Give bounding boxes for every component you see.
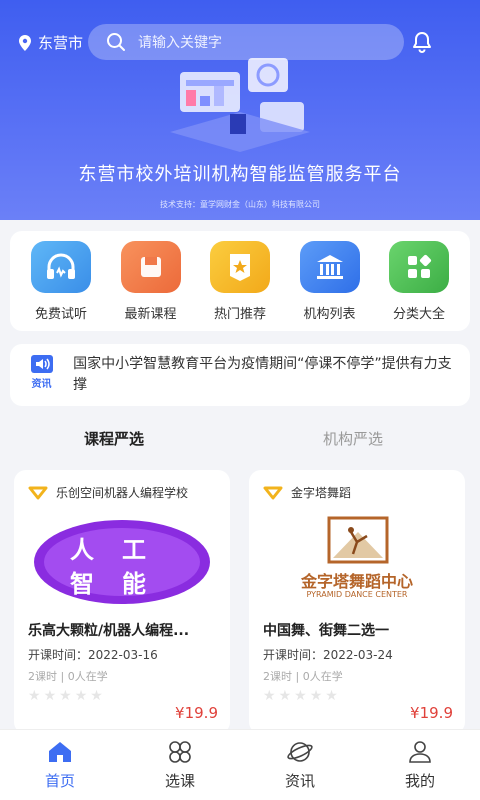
quick-label: 分类大全 — [392, 307, 445, 322]
news-icon — [287, 741, 313, 762]
course-org-name: 金字塔舞蹈 — [291, 486, 352, 500]
thumb-text-line1: 金字塔舞蹈中心 — [300, 572, 413, 591]
headphones-icon — [31, 241, 91, 293]
news-notice[interactable]: 资讯 国家中小学智慧教育平台为疫情期间“停课不停学”提供有力支撑 — [10, 344, 470, 406]
platform-title: 东营市校外培训机构智能监管服务平台 — [78, 164, 402, 185]
bottom-navigation: 首页 选课 资讯 我的 — [0, 729, 480, 800]
thumb-text-line1: 人工 — [70, 536, 174, 564]
diamond-icon — [263, 486, 283, 499]
thumb-text-line2: 智能 — [70, 570, 174, 598]
course-title: 中国舞、街舞二选一 — [263, 623, 389, 639]
nav-label: 选课 — [164, 771, 195, 790]
rating-stars: ★ ★ ★ ★ ★ — [28, 688, 103, 704]
thumb-text-line2: PYRAMID DANCE CENTER — [306, 590, 408, 599]
star-icon: ★ — [263, 688, 276, 704]
course-date: 开课时间：2022-03-16 — [28, 648, 158, 662]
speaker-icon — [30, 355, 53, 373]
diamond-icon — [28, 486, 48, 499]
course-thumbnail: 金字塔舞蹈中心 PYRAMID DANCE CENTER — [263, 510, 451, 610]
quick-label: 免费试听 — [34, 307, 87, 322]
quick-label: 机构列表 — [303, 307, 356, 322]
tab-course-selection[interactable]: 课程严选 — [84, 428, 144, 449]
banner-illustration — [170, 58, 310, 152]
course-thumbnail: 人工 智能 — [28, 510, 216, 610]
bell-icon[interactable] — [410, 30, 434, 54]
course-date: 开课时间：2022-03-24 — [263, 648, 393, 662]
quick-item-institution-list[interactable]: 机构列表 — [287, 241, 373, 331]
city-label: 东营市 — [38, 34, 84, 52]
home-icon — [49, 741, 71, 762]
search-placeholder: 请输入关键字 — [138, 35, 222, 51]
course-card[interactable]: 金字塔舞蹈 金字塔舞蹈中心 PYRAMID DANCE CENTER 中国舞、街… — [249, 470, 465, 734]
quick-label: 热门推荐 — [213, 307, 266, 322]
nav-news[interactable]: 资讯 — [240, 730, 360, 800]
nav-home[interactable]: 首页 — [0, 730, 120, 800]
nav-label: 我的 — [404, 771, 435, 790]
profile-icon — [409, 740, 431, 763]
quick-item-new-courses[interactable]: 最新课程 — [108, 241, 194, 331]
search-input[interactable]: 请输入关键字 — [88, 24, 404, 60]
institution-icon — [299, 241, 360, 293]
course-title: 乐高大颗粒/机器人编程... — [28, 623, 190, 639]
rating-stars: ★ ★ ★ ★ ★ — [263, 688, 338, 704]
tech-support-text: 技术支持：童学网财金（山东）科技有限公司 — [160, 200, 320, 209]
quick-menu: 免费试听 最新课程 热门推荐 机构列表 分类大全 — [10, 231, 470, 331]
course-price: ¥19.9 — [175, 704, 218, 722]
course-card[interactable]: 乐创空间机器人编程学校 人工 智能 乐高大颗粒/机器人编程... 开课时间：20… — [14, 470, 230, 734]
star-icon: ★ — [294, 688, 307, 704]
star-icon: ★ — [59, 688, 72, 704]
star-icon: ★ — [43, 688, 57, 704]
news-tag: 资讯 — [24, 354, 59, 390]
nav-label: 资讯 — [284, 771, 315, 790]
star-icon: ★ — [325, 688, 338, 704]
hero-banner: 东营市 请输入关键字 东营市校外培训机构智能监管服务平台 技术支持：童学网财金（… — [0, 0, 480, 220]
star-icon: ★ — [309, 688, 323, 704]
select-course-icon — [169, 740, 191, 763]
category-grid-icon — [389, 241, 449, 293]
course-meta: 2课时 | 0人在学 — [263, 670, 343, 683]
news-tag-label: 资讯 — [31, 379, 52, 390]
nav-profile[interactable]: 我的 — [360, 730, 480, 800]
news-text: 国家中小学智慧教育平台为疫情期间“停课不停学”提供有力支撑 — [73, 356, 452, 393]
new-course-icon — [120, 241, 181, 293]
star-icon: ★ — [28, 688, 41, 704]
location-selector[interactable]: 东营市 — [18, 32, 83, 53]
quick-item-hot-recommend[interactable]: 热门推荐 — [197, 241, 283, 331]
course-org: 乐创空间机器人编程学校 — [28, 484, 188, 501]
star-icon: ★ — [90, 688, 103, 704]
course-meta: 2课时 | 0人在学 — [28, 670, 108, 683]
quick-item-categories[interactable]: 分类大全 — [376, 241, 462, 331]
star-icon: ★ — [278, 688, 292, 704]
star-badge-icon — [210, 241, 270, 293]
course-org-name: 乐创空间机器人编程学校 — [56, 486, 189, 500]
selection-tabs: 课程严选 机构严选 — [0, 422, 480, 456]
location-pin-icon — [19, 34, 31, 51]
star-icon: ★ — [74, 688, 88, 704]
nav-label: 首页 — [44, 771, 75, 790]
quick-label: 最新课程 — [124, 307, 177, 322]
tab-institution-selection[interactable]: 机构严选 — [323, 428, 383, 449]
course-org: 金字塔舞蹈 — [263, 484, 351, 501]
course-price: ¥19.9 — [410, 704, 453, 722]
nav-select-course[interactable]: 选课 — [120, 730, 240, 800]
search-icon — [107, 33, 125, 51]
quick-item-free-trial[interactable]: 免费试听 — [18, 241, 104, 331]
